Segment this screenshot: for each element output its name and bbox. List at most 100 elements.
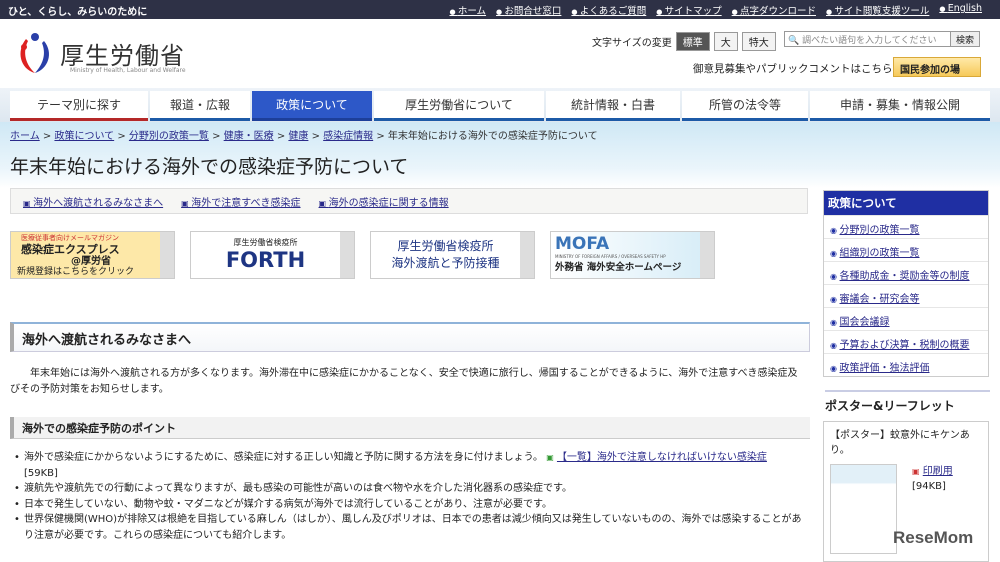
banner-text: 厚生労働省検疫所 [233, 238, 298, 247]
sidebar-item[interactable]: 分野別の政策一覧 [824, 215, 988, 238]
watermark: ReseMom [893, 528, 974, 547]
mhlw-logo-icon [20, 33, 50, 73]
search-button[interactable]: 検索 [949, 32, 979, 46]
tab-theme[interactable]: テーマ別に探す [10, 91, 148, 121]
list-item: 世界保健機関(WHO)が排除又は根絶を目指している麻しん（はしか）、風しん及びポ… [14, 512, 804, 543]
banner-text: @厚労省 [71, 256, 111, 267]
tagline: ひと、くらし、みらいのために [8, 7, 148, 18]
link-english[interactable]: English [939, 3, 982, 17]
tab-statistics[interactable]: 統計情報・白書 [546, 91, 680, 121]
link-accessibility[interactable]: サイト閲覧支援ツール [826, 3, 929, 17]
crumb-health[interactable]: 健康 [288, 131, 308, 142]
top-bar: ひと、くらし、みらいのために ホーム お問合せ窓口 よくあるご質問 サイトマップ… [0, 0, 1000, 19]
logo[interactable]: 厚生労働省 Ministry of Health, Labour and Wel… [16, 31, 186, 75]
poster-heading: ポスター&リーフレット [825, 399, 955, 413]
sidebar-link[interactable]: 組織別の政策一覧 [840, 248, 920, 259]
banner-forth[interactable]: 厚生労働省検疫所 FORTH [190, 231, 355, 279]
banner-text: 外務省 海外安全ホームページ [555, 262, 682, 273]
pdf-icon: ▣ [912, 467, 920, 476]
sidebar-item[interactable]: 政策評価・独法評価 [824, 353, 988, 376]
sidebar-item[interactable]: 国会会議録 [824, 307, 988, 330]
external-link-icon [340, 232, 354, 278]
sidebar-link[interactable]: 各種助成金・奨励金等の制度 [840, 271, 970, 282]
font-size-switcher: 文字サイズの変更 標準 大 特大 [592, 32, 776, 51]
sidebar-item[interactable]: 予算および決算・税制の概要 [824, 330, 988, 353]
header: 厚生労働省 Ministry of Health, Labour and Wel… [0, 19, 1000, 87]
subsection-heading: 海外での感染症予防のポイント [10, 417, 810, 439]
logo-english: Ministry of Health, Labour and Welfare [70, 67, 186, 74]
font-size-large[interactable]: 大 [713, 32, 738, 51]
banner-text: 海外渡航と予防接種 [391, 256, 500, 270]
banner-kansensho-express[interactable]: 医療従事者向けメールマガジン 感染症エクスプレス @厚労省 新規登録はこちらをク… [10, 231, 175, 279]
search-input[interactable]: 🔍 調べたい語句を入力してください [785, 32, 950, 46]
file-size: [59KB] [24, 467, 58, 479]
list-item: 日本で発生していない、動物や蚊・マダニなどが媒介する病気が海外では流行しているこ… [14, 497, 804, 513]
external-link-icon [160, 232, 174, 278]
sidebar-link[interactable]: 予算および決算・税制の概要 [840, 340, 970, 351]
font-size-standard[interactable]: 標準 [675, 32, 710, 51]
section-heading: 海外へ渡航されるみなさまへ [10, 322, 810, 352]
sidebar-item[interactable]: 審議会・研究会等 [824, 284, 988, 307]
crumb-policy-list[interactable]: 分野別の政策一覧 [129, 131, 209, 142]
breadcrumb: ホーム > 政策について > 分野別の政策一覧 > 健康・医療 > 健康 > 感… [10, 131, 598, 142]
link-home[interactable]: ホーム [449, 3, 486, 17]
tab-press[interactable]: 報道・広報 [150, 91, 250, 121]
sidebar-policy: 政策について 分野別の政策一覧 組織別の政策一覧 各種助成金・奨励金等の制度 審… [823, 190, 989, 377]
sidebar-heading: 政策について [824, 191, 988, 215]
link-faq[interactable]: よくあるご質問 [571, 3, 647, 17]
print-link-block: ▣ 印刷用 [94KB] [912, 464, 953, 494]
kokumin-button[interactable]: 国民参加の場 [893, 57, 981, 77]
search-box: 🔍 調べたい語句を入力してください 検索 [784, 31, 980, 47]
link-sitemap[interactable]: サイトマップ [656, 3, 722, 17]
font-size-xlarge[interactable]: 特大 [741, 32, 776, 51]
crumb-health-medical[interactable]: 健康・医療 [224, 131, 274, 142]
logo-title: 厚生労働省 [60, 41, 185, 70]
sidebar-link[interactable]: 政策評価・独法評価 [840, 363, 930, 374]
sidebar-item[interactable]: 各種助成金・奨励金等の制度 [824, 261, 988, 284]
file-size: [94KB] [912, 481, 946, 492]
banner-text: 厚生労働省検疫所 [397, 239, 494, 253]
external-link-icon [520, 232, 534, 278]
tab-about[interactable]: 厚生労働省について [374, 91, 544, 121]
link-braille[interactable]: 点字ダウンロード [732, 3, 816, 17]
banner-text: 感染症エクスプレス [21, 243, 120, 256]
banner-quarantine-vaccination[interactable]: 厚生労働省検疫所 海外渡航と予防接種 [370, 231, 535, 279]
banner-signup-text: 新規登録はこちらをクリック [17, 267, 135, 277]
external-link-icon [700, 232, 714, 278]
pdf-icon: ▣ [546, 453, 554, 462]
banner-text: FORTH [225, 248, 306, 272]
font-size-label: 文字サイズの変更 [592, 38, 672, 49]
banner-mofa[interactable]: MOFA MINISTRY OF FOREIGN AFFAIRS / OVERS… [550, 231, 715, 279]
crumb-home[interactable]: ホーム [10, 131, 40, 142]
tab-applications[interactable]: 申請・募集・情報公開 [810, 91, 990, 121]
opinion-text: 御意見募集やパブリックコメントはこちら [693, 63, 893, 75]
anchor-info[interactable]: 海外の感染症に関する情報 [319, 194, 449, 209]
link-contact[interactable]: お問合せ窓口 [496, 3, 561, 17]
sidebar-link[interactable]: 審議会・研究会等 [840, 294, 920, 305]
list-item: 渡航先や渡航先での行動によって異なりますが、最も感染の可能性が高いのは食べ物や水… [14, 481, 804, 497]
mofa-logo: MOFA [555, 234, 610, 254]
disease-list-link[interactable]: 【一覧】海外で注意しなければいけない感染症 [557, 452, 767, 463]
print-link[interactable]: 印刷用 [923, 466, 953, 477]
main-nav: テーマ別に探す 報道・広報 政策について 厚生労働省について 統計情報・白書 所… [0, 88, 1000, 122]
crumb-infection[interactable]: 感染症情報 [323, 131, 373, 142]
tab-policy[interactable]: 政策について [252, 91, 372, 121]
bullet-text: 海外で感染症にかからないようにするために、感染症に対する正しい知識と予防に関する… [24, 452, 543, 463]
divider [825, 390, 990, 392]
sidebar-item[interactable]: 組織別の政策一覧 [824, 238, 988, 261]
title-area: ホーム > 政策について > 分野別の政策一覧 > 健康・医療 > 健康 > 感… [0, 122, 1000, 188]
list-item: 海外で感染症にかからないようにするために、感染症に対する正しい知識と予防に関する… [14, 450, 804, 481]
crumb-policy[interactable]: 政策について [54, 131, 114, 142]
sidebar-link[interactable]: 分野別の政策一覧 [840, 225, 920, 236]
page-title: 年末年始における海外での感染症予防について [10, 156, 409, 178]
tab-laws[interactable]: 所管の法令等 [682, 91, 808, 121]
crumb-current: 年末年始における海外での感染症予防について [387, 131, 598, 142]
intro-paragraph: 年末年始には海外へ渡航される方が多くなります。海外滞在中に感染症にかかることなく… [10, 368, 798, 395]
search-placeholder: 調べたい語句を入力してください [802, 36, 937, 46]
anchor-links: 海外へ渡航されるみなさまへ 海外で注意すべき感染症 海外の感染症に関する情報 [10, 188, 808, 214]
anchor-diseases[interactable]: 海外で注意すべき感染症 [181, 194, 300, 209]
poster-thumbnail[interactable] [830, 464, 897, 554]
anchor-travelers[interactable]: 海外へ渡航されるみなさまへ [23, 194, 163, 209]
points-list: 海外で感染症にかからないようにするために、感染症に対する正しい知識と予防に関する… [14, 450, 804, 543]
sidebar-link[interactable]: 国会会議録 [840, 317, 890, 328]
